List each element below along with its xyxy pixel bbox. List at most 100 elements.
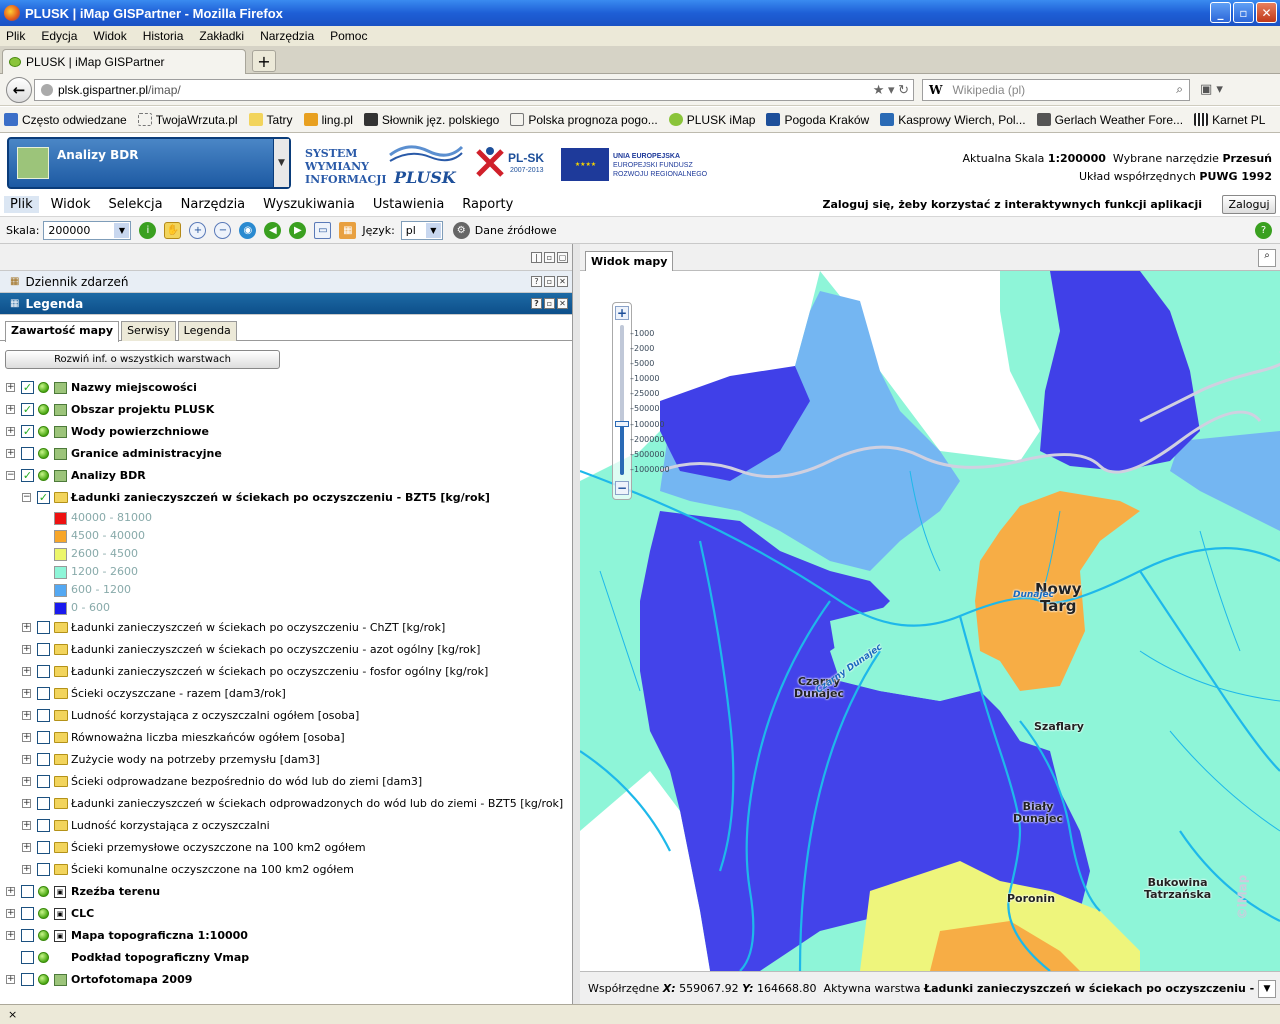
layer-row[interactable]: + ✓ Wody powierzchniowe bbox=[0, 421, 572, 443]
layer-row[interactable]: + ✓ Nazwy miejscowości bbox=[0, 377, 572, 399]
collapse-icon[interactable]: − bbox=[6, 471, 15, 480]
menu-pomoc[interactable]: Pomoc bbox=[330, 29, 367, 43]
sublayer-row[interactable]: + Ścieki komunalne oczyszczone na 100 km2… bbox=[0, 859, 572, 881]
chevron-down-icon[interactable]: ▼ bbox=[1258, 980, 1276, 998]
layer-row[interactable]: − ✓ Analizy BDR bbox=[0, 465, 572, 487]
appmenu-narzedzia[interactable]: Narzędzia bbox=[181, 197, 246, 212]
expand-icon[interactable]: + bbox=[22, 865, 31, 874]
scale-select[interactable]: 200000 ▼ bbox=[43, 220, 132, 240]
layer-checkbox[interactable]: ✓ bbox=[21, 469, 34, 482]
layer-checkbox[interactable] bbox=[21, 951, 34, 964]
bookmark-item[interactable]: Często odwiedzane bbox=[4, 113, 127, 127]
layer-checkbox[interactable] bbox=[37, 863, 50, 876]
help-icon[interactable]: ? bbox=[531, 298, 542, 309]
layer-checkbox[interactable] bbox=[37, 841, 50, 854]
help-icon[interactable]: ? bbox=[1255, 221, 1272, 239]
layer-checkbox[interactable] bbox=[37, 797, 50, 810]
appmenu-widok[interactable]: Widok bbox=[51, 197, 91, 212]
layer-row[interactable]: + ▣ Mapa topograficzna 1:10000 bbox=[0, 925, 572, 947]
expand-icon[interactable]: + bbox=[22, 623, 31, 632]
collapse-icon[interactable]: | bbox=[531, 252, 542, 263]
wikipedia-icon[interactable]: W bbox=[929, 83, 942, 97]
expand-icon[interactable]: + bbox=[22, 733, 31, 742]
sublayer-row[interactable]: + Ludność korzystająca z oczyszczalni ogó… bbox=[0, 705, 572, 727]
sublayer-row[interactable]: + Ścieki odprowadzane bezpośrednio do wód… bbox=[0, 771, 572, 793]
restore-icon[interactable]: ▫ bbox=[544, 252, 555, 263]
layer-row[interactable]: + ▣ CLC bbox=[0, 903, 572, 925]
legend-header[interactable]: ▦ Legenda ? ▫ ✕ bbox=[0, 293, 572, 315]
bookmark-star-icon[interactable]: ★ ▾ ↻ bbox=[873, 82, 909, 98]
info-icon[interactable]: i bbox=[139, 221, 157, 239]
url-bar[interactable]: plsk.gispartner.pl /imap/ ★ ▾ ↻ bbox=[34, 79, 914, 101]
chevron-down-icon[interactable]: ▼ bbox=[273, 139, 289, 187]
expand-icon[interactable]: + bbox=[22, 755, 31, 764]
data-sources-link[interactable]: Dane źródłowe bbox=[475, 224, 557, 237]
menu-narzedzia[interactable]: Narzędzia bbox=[260, 29, 314, 43]
zoom-slider[interactable]: + − bbox=[612, 302, 632, 500]
restore-icon[interactable]: ▫ bbox=[544, 298, 555, 309]
expand-icon[interactable]: + bbox=[6, 975, 15, 984]
expand-icon[interactable]: + bbox=[6, 449, 15, 458]
menu-edycja[interactable]: Edycja bbox=[41, 29, 77, 43]
table-icon[interactable]: ▦ bbox=[339, 221, 357, 239]
zoom-in-icon[interactable]: + bbox=[615, 306, 629, 320]
menu-historia[interactable]: Historia bbox=[143, 29, 184, 43]
tab-zawartosc-mapy[interactable]: Zawartość mapy bbox=[5, 321, 120, 342]
expand-icon[interactable]: + bbox=[22, 777, 31, 786]
language-select[interactable]: pl ▼ bbox=[400, 220, 443, 240]
menu-plik[interactable]: Plik bbox=[6, 29, 25, 43]
search-icon[interactable]: ⌕ bbox=[1176, 82, 1183, 97]
appmenu-wyszukiwania[interactable]: Wyszukiwania bbox=[263, 197, 355, 212]
maximize-icon[interactable]: ▢ bbox=[557, 252, 568, 263]
bookmark-item[interactable]: Tatry bbox=[248, 113, 293, 127]
expand-icon[interactable]: + bbox=[22, 689, 31, 698]
zoom-in-icon[interactable]: + bbox=[189, 221, 207, 239]
bookmark-item[interactable]: Gerlach Weather Fore... bbox=[1036, 113, 1183, 127]
next-view-icon[interactable]: ▶ bbox=[289, 221, 307, 239]
layer-checkbox[interactable] bbox=[37, 731, 50, 744]
map-options-icon[interactable]: ⌕ bbox=[1258, 249, 1276, 267]
expand-icon[interactable]: + bbox=[22, 821, 31, 830]
sublayer-row[interactable]: + Ładunki zanieczyszczeń w ściekach odpro… bbox=[0, 793, 572, 815]
expand-all-layers-button[interactable]: Rozwiń inf. o wszystkich warstwach bbox=[5, 350, 280, 369]
appmenu-plik[interactable]: Plik bbox=[4, 196, 39, 213]
previous-view-icon[interactable]: ◀ bbox=[264, 221, 282, 239]
layer-row[interactable]: + Ortofotomapa 2009 bbox=[0, 969, 572, 991]
sublayer-row[interactable]: + Ładunki zanieczyszczeń w ściekach po oc… bbox=[0, 661, 572, 683]
layer-checkbox[interactable]: ✓ bbox=[21, 425, 34, 438]
layer-checkbox[interactable] bbox=[37, 665, 50, 678]
layer-row[interactable]: + Granice administracyjne bbox=[0, 443, 572, 465]
map-canvas[interactable]: + − –1000 –2000 –5000 –10000 –25000 –50000 –10… bbox=[580, 271, 1280, 971]
sublayer-row[interactable]: + Ścieki przemysłowe oczyszczone na 100 k… bbox=[0, 837, 572, 859]
sublayer-row[interactable]: + Zużycie wody na potrzeby przemysłu [dam… bbox=[0, 749, 572, 771]
expand-icon[interactable]: + bbox=[6, 931, 15, 940]
layer-row[interactable]: + ▣ Rzeźba terenu bbox=[0, 881, 572, 903]
expand-icon[interactable]: + bbox=[6, 427, 15, 436]
bookmark-item[interactable]: Słownik jęz. polskiego bbox=[363, 113, 499, 127]
full-extent-icon[interactable]: ◉ bbox=[239, 221, 257, 239]
layer-checkbox[interactable]: ✓ bbox=[37, 491, 50, 504]
tab-widok-mapy[interactable]: Widok mapy bbox=[585, 251, 674, 271]
zoom-out-icon[interactable]: − bbox=[214, 221, 232, 239]
new-tab-button[interactable]: + bbox=[252, 50, 276, 72]
minimize-button[interactable]: _ bbox=[1210, 2, 1231, 23]
expand-icon[interactable]: + bbox=[6, 887, 15, 896]
layer-checkbox[interactable] bbox=[37, 709, 50, 722]
appmenu-raporty[interactable]: Raporty bbox=[462, 197, 513, 212]
layer-row[interactable]: Podkład topograficzny Vmap bbox=[0, 947, 572, 969]
expand-icon[interactable]: + bbox=[22, 711, 31, 720]
expand-icon[interactable]: + bbox=[6, 909, 15, 918]
sublayer-row[interactable]: + Ładunki zanieczyszczeń w ściekach po oc… bbox=[0, 617, 572, 639]
layer-checkbox[interactable] bbox=[37, 643, 50, 656]
layer-checkbox[interactable]: ✓ bbox=[21, 381, 34, 394]
gear-icon[interactable]: ⚙ bbox=[452, 221, 470, 239]
analysis-selector[interactable]: Analizy BDR ▼ bbox=[7, 137, 291, 189]
layer-checkbox[interactable] bbox=[37, 819, 50, 832]
zoom-handle[interactable] bbox=[615, 421, 629, 427]
expand-icon[interactable]: + bbox=[22, 799, 31, 808]
bookmark-item[interactable]: Polska prognoza pogo... bbox=[510, 113, 658, 127]
sublayer-row[interactable]: + Ludność korzystająca z oczyszczalni bbox=[0, 815, 572, 837]
expand-icon[interactable]: + bbox=[22, 645, 31, 654]
close-icon[interactable]: ✕ bbox=[557, 298, 568, 309]
browser-tab[interactable]: PLUSK | iMap GISPartner bbox=[2, 49, 246, 74]
